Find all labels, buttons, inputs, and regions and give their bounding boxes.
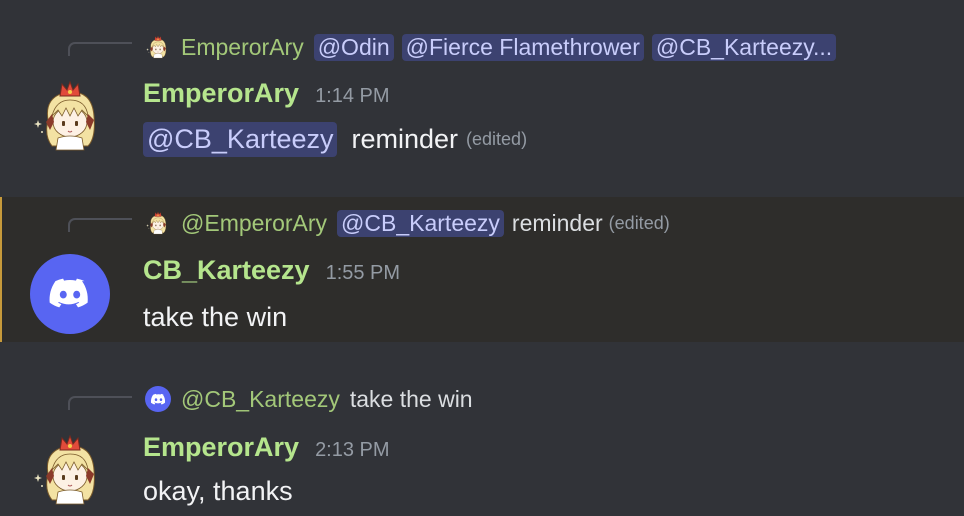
message-content: take the win bbox=[143, 297, 287, 337]
edited-label: (edited) bbox=[608, 212, 670, 233]
timestamp[interactable]: 1:14 PM bbox=[315, 85, 389, 108]
username[interactable]: CB_Karteezy bbox=[143, 255, 310, 286]
message-text: reminder bbox=[351, 123, 459, 154]
message-header: EmperorAry 1:14 PM bbox=[143, 78, 390, 109]
mention-cb-karteezy[interactable]: @CB_Karteezy bbox=[337, 209, 504, 237]
discord-avatar-icon bbox=[145, 386, 171, 412]
edited-label: (edited) bbox=[466, 128, 528, 149]
message-1: EmperorAry @Odin @Fierce Flamethrower @C… bbox=[0, 0, 964, 190]
username[interactable]: EmperorAry bbox=[143, 78, 299, 109]
message-header: CB_Karteezy 1:55 PM bbox=[143, 255, 400, 286]
mention-cb-karteezy[interactable]: @CB_Karteezy bbox=[143, 121, 338, 157]
message-header: EmperorAry 2:13 PM bbox=[143, 432, 390, 463]
emperor-avatar-icon bbox=[145, 34, 171, 60]
message-text: okay, thanks bbox=[143, 475, 293, 506]
emperor-avatar-icon bbox=[145, 210, 171, 236]
mention-fierce-flamethrower[interactable]: @Fierce Flamethrower bbox=[401, 33, 644, 61]
message-text: take the win bbox=[143, 301, 288, 332]
mention-cb-karteezy[interactable]: @CB_Karteezy... bbox=[651, 33, 837, 61]
username[interactable]: EmperorAry bbox=[143, 432, 299, 463]
reply-connector bbox=[68, 42, 132, 56]
reply-connector bbox=[68, 396, 132, 410]
timestamp[interactable]: 2:13 PM bbox=[315, 439, 389, 462]
discord-avatar-icon[interactable] bbox=[30, 254, 110, 334]
message-3: @CB_Karteezy take the win EmperorAry 2:1… bbox=[0, 370, 964, 516]
message-content: okay, thanks bbox=[143, 471, 293, 511]
message-content: @CB_Karteezy reminder (edited) bbox=[143, 118, 527, 160]
reply-author[interactable]: @CB_Karteezy bbox=[181, 386, 340, 413]
mention-odin[interactable]: @Odin bbox=[313, 33, 394, 61]
reply-preview[interactable]: @EmperorAry @CB_Karteezy reminder (edite… bbox=[145, 208, 670, 238]
emperor-avatar-icon[interactable] bbox=[30, 76, 110, 156]
reply-author[interactable]: EmperorAry bbox=[181, 34, 304, 61]
reply-preview[interactable]: @CB_Karteezy take the win bbox=[145, 384, 473, 414]
reply-text: take the win bbox=[349, 385, 473, 412]
reply-connector bbox=[68, 218, 132, 232]
reply-text: reminder bbox=[511, 209, 603, 236]
reply-preview[interactable]: EmperorAry @Odin @Fierce Flamethrower @C… bbox=[145, 32, 837, 62]
emperor-avatar-icon[interactable] bbox=[30, 430, 110, 510]
reply-author[interactable]: @EmperorAry bbox=[181, 210, 327, 237]
timestamp[interactable]: 1:55 PM bbox=[326, 262, 400, 285]
message-2: @EmperorAry @CB_Karteezy reminder (edite… bbox=[0, 197, 964, 342]
